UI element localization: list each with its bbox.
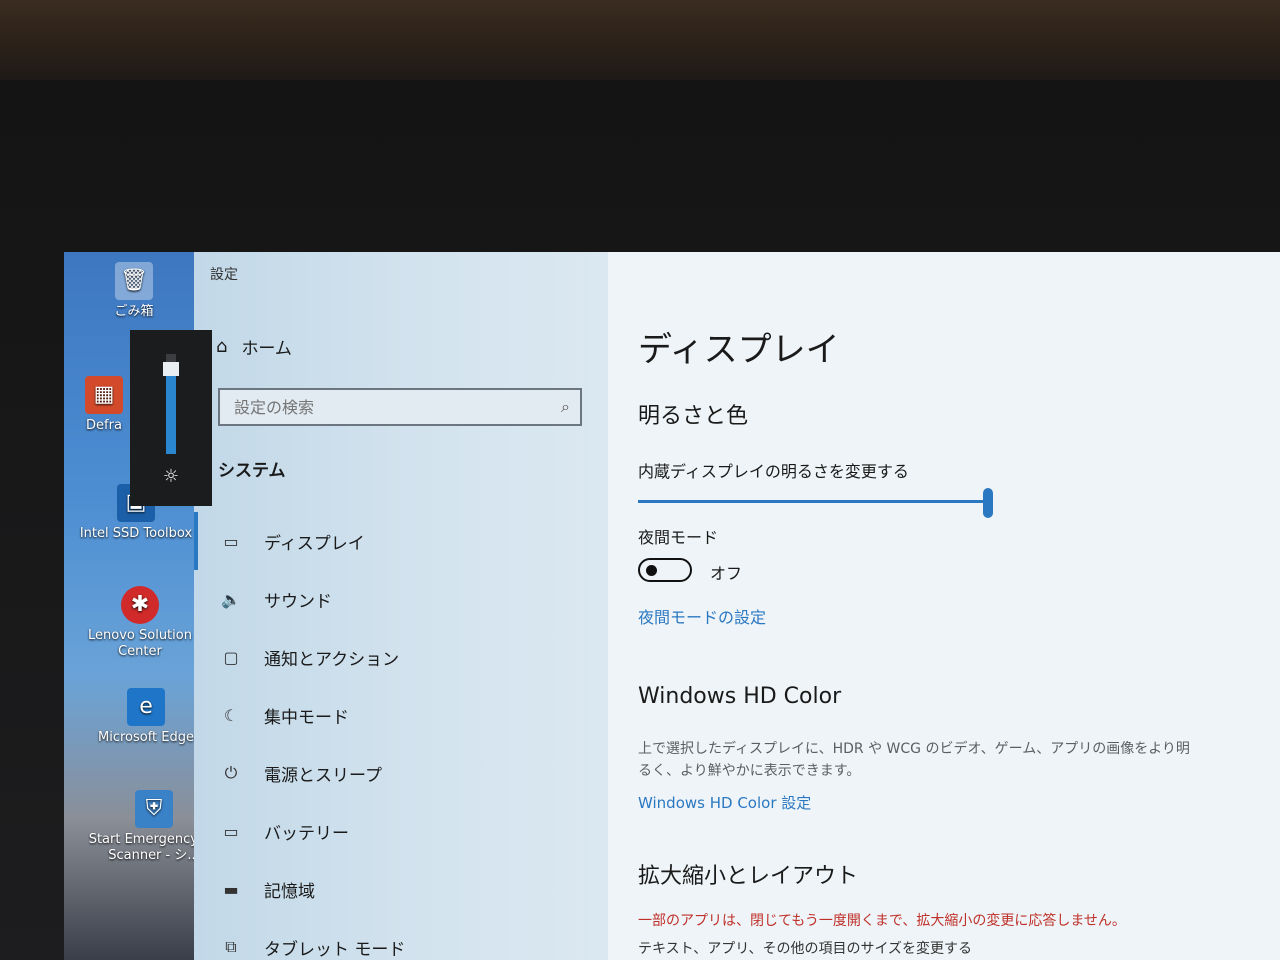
desktop-icon-label: Defra <box>86 418 122 433</box>
battery-icon: ▭ <box>223 821 239 841</box>
section-title: システム <box>218 461 286 481</box>
nav-item-focus-assist[interactable]: ☾ 集中モード <box>220 686 600 744</box>
toggle-knob <box>646 565 657 576</box>
nav-item-label: サウンド <box>264 591 332 612</box>
search-input[interactable] <box>232 397 536 418</box>
scale-layout-title: 拡大縮小とレイアウト <box>638 864 859 889</box>
storage-icon: ▬ <box>223 879 239 899</box>
night-mode-settings-link[interactable]: 夜間モードの設定 <box>638 604 766 628</box>
emergency-kit-icon: ⛨ <box>135 790 173 828</box>
night-mode-toggle[interactable] <box>638 558 692 582</box>
settings-window: 設定 ⌂ ホーム ⌕ システム ▭ ディスプレイ 🔈 サウンド <box>194 252 1280 960</box>
settings-nav-pane: 設定 ⌂ ホーム ⌕ システム ▭ ディスプレイ 🔈 サウンド <box>194 252 608 960</box>
brightness-flyout-thumb[interactable] <box>163 362 179 376</box>
power-icon: ⏻ <box>224 763 238 782</box>
slider-thumb[interactable] <box>983 488 993 518</box>
brightness-flyout-fill <box>166 369 176 454</box>
edge-icon: e <box>127 688 165 726</box>
tablet-icon: ⧉ <box>225 937 237 956</box>
slider-fill <box>638 500 988 503</box>
background-top <box>0 0 1280 80</box>
nav-item-battery[interactable]: ▭ バッテリー <box>220 802 600 860</box>
monitor-icon: ▭ <box>223 531 239 551</box>
screen: 🗑 ごみ箱 ▦ Defra ▣ Intel SSD Toolbox ✱ Leno… <box>64 252 1280 960</box>
desktop-icon-label: Intel SSD Toolbox <box>79 526 193 541</box>
nav-item-label: 電源とスリープ <box>264 765 382 786</box>
nav-item-label: 通知とアクション <box>264 649 400 670</box>
settings-content-pane: ディスプレイ 明るさと色 内蔵ディスプレイの明るさを変更する 夜間モード オフ … <box>608 252 1280 960</box>
desktop-icon-label: Microsoft Edge <box>97 730 194 745</box>
nav-item-display[interactable]: ▭ ディスプレイ <box>194 512 600 570</box>
desktop-icon-recycle-bin[interactable]: 🗑 ごみ箱 <box>64 262 204 320</box>
recycle-bin-icon: 🗑 <box>115 262 153 300</box>
nav-item-sound[interactable]: 🔈 サウンド <box>220 570 600 628</box>
brightness-flyout: ☼ <box>130 330 212 506</box>
window-title: 設定 <box>210 267 238 283</box>
nav-item-power-sleep[interactable]: ⏻ 電源とスリープ <box>220 744 600 802</box>
nav-item-label: バッテリー <box>264 823 349 844</box>
sun-icon: ☼ <box>162 466 180 487</box>
nav-item-label: 記憶域 <box>264 881 315 902</box>
hd-color-settings-link[interactable]: Windows HD Color 設定 <box>638 792 811 813</box>
nav-item-label: ディスプレイ <box>264 533 365 554</box>
desktop-icon-label: ごみ箱 <box>114 304 154 319</box>
nav-item-notifications[interactable]: ▢ 通知とアクション <box>220 628 600 686</box>
settings-nav-list: ▭ ディスプレイ 🔈 サウンド ▢ 通知とアクション ☾ 集中モード ⏻ 電源と… <box>194 512 600 960</box>
home-button[interactable]: ⌂ ホーム <box>216 334 292 359</box>
scale-warning: 一部のアプリは、閉じてもう一度開くまで、拡大縮小の変更に応答しません。 <box>638 913 1126 929</box>
settings-search-box[interactable]: ⌕ <box>218 388 582 426</box>
desktop-icon-lenovo[interactable]: ✱ Lenovo Solution Center <box>70 586 210 660</box>
brightness-section-title: 明るさと色 <box>638 404 749 429</box>
notification-icon: ▢ <box>223 647 239 667</box>
hd-color-title: Windows HD Color <box>638 684 842 709</box>
brightness-slider[interactable] <box>638 488 998 518</box>
moon-icon: ☾ <box>223 705 239 725</box>
size-change-label: テキスト、アプリ、その他の項目のサイズを変更する <box>638 941 973 957</box>
nav-item-storage[interactable]: ▬ 記憶域 <box>220 860 600 918</box>
nav-item-label: 集中モード <box>264 707 349 728</box>
lenovo-solution-center-icon: ✱ <box>121 586 159 624</box>
nav-item-tablet-mode[interactable]: ⧉ タブレット モード <box>220 918 600 960</box>
home-label: ホーム <box>241 339 292 359</box>
night-mode-label: 夜間モード <box>638 528 719 547</box>
search-icon[interactable]: ⌕ <box>561 397 570 417</box>
nav-item-label: タブレット モード <box>264 939 406 960</box>
page-title: ディスプレイ <box>638 330 840 370</box>
night-mode-state: オフ <box>710 564 743 583</box>
home-icon: ⌂ <box>216 336 228 357</box>
brightness-slider-label: 内蔵ディスプレイの明るさを変更する <box>638 462 909 481</box>
desktop-icon-label: Lenovo Solution Center <box>88 628 192 659</box>
defraggler-icon: ▦ <box>85 376 123 414</box>
speaker-icon: 🔈 <box>221 589 241 609</box>
hd-color-description: 上で選択したディスプレイに、HDR や WCG のビデオ、ゲーム、アプリの画像を… <box>638 741 1190 779</box>
